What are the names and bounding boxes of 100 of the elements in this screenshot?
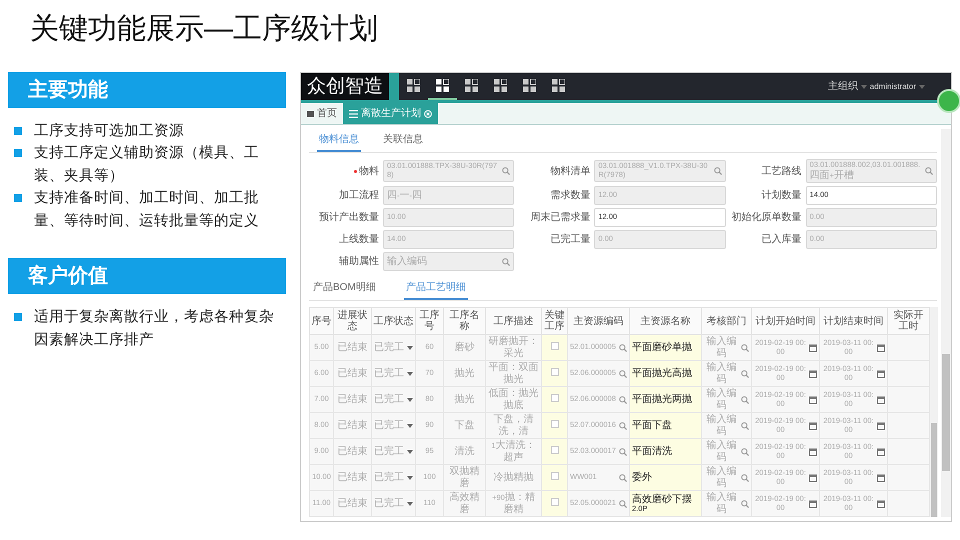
close-icon: [424, 110, 432, 118]
caret-icon: [407, 502, 413, 506]
field-label: 辅助属性: [339, 254, 379, 270]
column-header: 考核部门: [702, 308, 752, 335]
scrollbar[interactable]: [941, 129, 951, 518]
column-header: 实际开工时: [888, 308, 930, 335]
table-cell: 委外: [630, 464, 702, 491]
scrollbar[interactable]: [930, 307, 938, 518]
table-cell: 清洗: [444, 438, 486, 465]
calendar-icon: [809, 422, 817, 430]
bullet-text: 适用于复杂离散行业，考虑各种复杂因素解决工序排产: [34, 308, 275, 350]
calendar-icon: [809, 396, 817, 404]
bullet-icon: [14, 194, 22, 202]
table-cell: 已结束: [334, 386, 372, 413]
search-icon: [741, 344, 749, 352]
grid-icon: [407, 79, 420, 92]
field-label: 已完工量: [550, 232, 590, 248]
checkbox[interactable]: [550, 394, 558, 402]
floating-action-button[interactable]: [937, 89, 960, 113]
search-icon: [619, 448, 627, 456]
bullet-icon: [14, 313, 22, 322]
calendar-icon: [877, 344, 885, 352]
table-cell: 平面下盘: [630, 412, 702, 439]
table-cell: 已结束: [334, 464, 372, 491]
bullet-text: 工序支持可选加工资源: [34, 122, 184, 141]
search-icon: [741, 448, 749, 456]
calendar-icon: [809, 500, 817, 508]
calendar-icon: [809, 474, 817, 482]
detail-tab[interactable]: 物料信息: [317, 129, 361, 152]
column-header: 主资源名称: [630, 308, 702, 335]
square-icon: [307, 110, 314, 116]
table-cell: 平面抛光高抛: [630, 360, 702, 387]
app-logo: 众创智造: [301, 73, 389, 100]
input-field[interactable]: 输入编码: [383, 252, 514, 272]
search-icon: [619, 396, 627, 404]
section-header: 主要功能: [8, 72, 286, 108]
bullet-icon: [14, 149, 22, 158]
checkbox[interactable]: [550, 446, 558, 454]
checkbox[interactable]: [550, 498, 558, 506]
detail-tab[interactable]: 关联信息: [381, 129, 425, 152]
menu-icon: [349, 110, 358, 118]
checkbox[interactable]: [550, 368, 558, 376]
field-label: 已入库量: [762, 232, 802, 248]
search-icon: [619, 500, 627, 508]
search-icon: [619, 344, 627, 352]
field-label: 物料: [359, 164, 379, 179]
caret-icon: [407, 372, 413, 376]
caret-icon: [407, 424, 413, 428]
table-cell: 已结束: [334, 334, 372, 361]
calendar-icon: [877, 474, 885, 482]
table-cell: 已结束: [334, 360, 372, 387]
section-header: 客户价值: [8, 258, 286, 294]
table-cell: 抛光: [444, 386, 486, 413]
field-label: 计划数量: [762, 188, 802, 204]
grid-icon: [523, 79, 536, 92]
user-name[interactable]: administrator: [870, 80, 916, 92]
field-label: 需求数量: [550, 188, 590, 204]
search-icon: [714, 167, 722, 176]
table-cell: 平面：双面抛光: [486, 360, 542, 387]
page-tab[interactable]: 离散生产计划: [343, 103, 438, 124]
search-icon: [619, 370, 627, 378]
column-header: 工序状态: [372, 308, 416, 335]
search-icon: [619, 422, 627, 430]
checkbox[interactable]: [550, 472, 558, 480]
search-icon: [924, 167, 933, 176]
field-label: 初始化原单数量: [732, 210, 802, 226]
calendar-icon: [877, 500, 885, 508]
column-header: 工序号: [416, 308, 444, 335]
table-cell: 已结束: [334, 438, 372, 465]
table-cell: 高效精磨: [444, 490, 486, 517]
field-label: 上线数量: [339, 232, 379, 248]
checkbox[interactable]: [550, 420, 558, 428]
grid-icon: [436, 79, 449, 92]
column-header: 序号: [310, 308, 334, 335]
bullet-icon: [14, 127, 22, 135]
caret-icon: [860, 84, 867, 88]
calendar-icon: [809, 448, 817, 456]
table-cell: 已结束: [334, 490, 372, 517]
checkbox[interactable]: [550, 342, 558, 350]
caret-icon: [407, 476, 413, 480]
column-header: 计划结束时间: [820, 308, 888, 335]
calendar-icon: [877, 370, 885, 378]
table-cell: 下盘，清洗，清: [486, 412, 542, 439]
search-icon: [741, 474, 749, 482]
search-icon: [741, 500, 749, 508]
caret-icon: [407, 398, 413, 402]
calendar-icon: [877, 448, 885, 456]
field-label: 预计产出数量: [319, 210, 379, 226]
search-icon: [502, 167, 510, 176]
table-tab[interactable]: 产品工艺明细: [404, 277, 468, 300]
column-header: 主资源编码: [568, 308, 630, 335]
column-header: 工序描述: [486, 308, 542, 335]
table-tab[interactable]: 产品BOM明细: [311, 277, 378, 300]
search-icon: [741, 370, 749, 378]
table-cell: 已结束: [334, 412, 372, 439]
caret-icon: [407, 450, 413, 454]
page-tab[interactable]: 首页: [301, 103, 343, 124]
field-label: 加工流程: [339, 188, 379, 204]
calendar-icon: [809, 370, 817, 378]
table-cell: 双抛精磨: [444, 464, 486, 491]
